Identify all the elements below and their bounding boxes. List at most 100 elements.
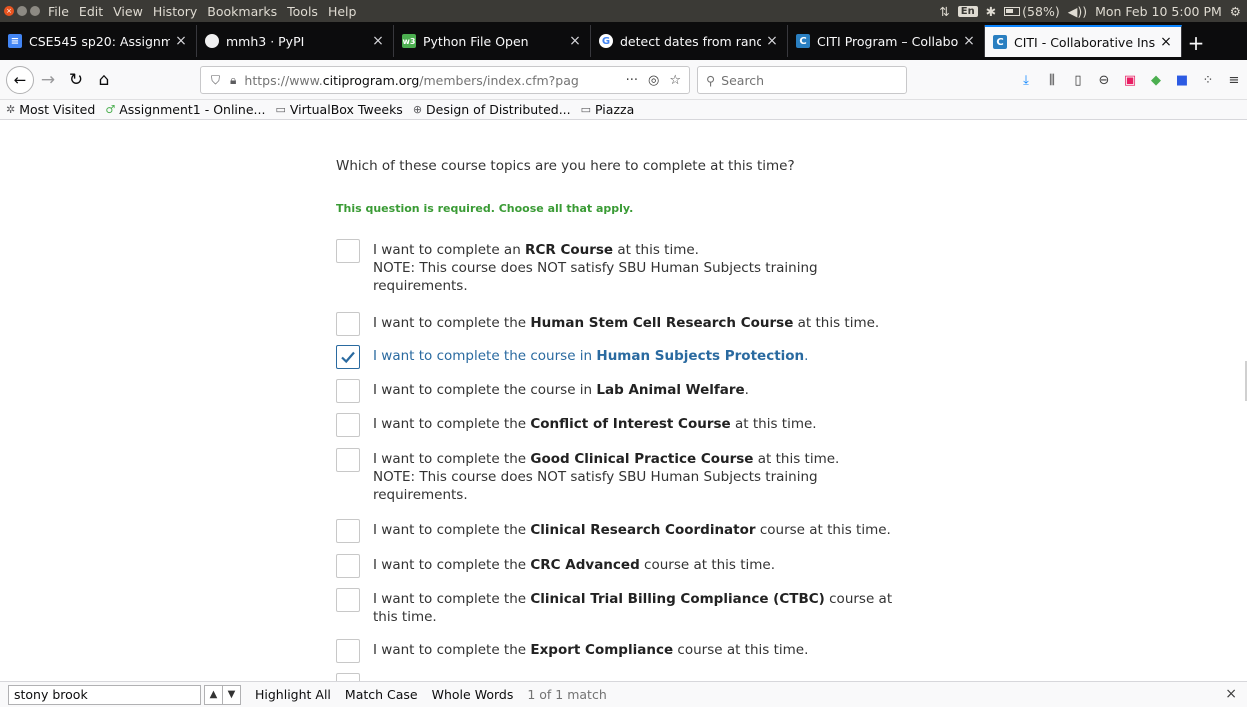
volume-icon[interactable]: ◀)) bbox=[1068, 4, 1087, 19]
checkbox[interactable] bbox=[336, 312, 360, 336]
option-rcr-course[interactable]: I want to complete an RCR Course at this… bbox=[336, 239, 913, 295]
option-clinical-research-coordinator[interactable]: I want to complete the Clinical Research… bbox=[336, 519, 913, 543]
option-text-pre: I want to complete the course in bbox=[373, 348, 597, 364]
bookmark-assignment1[interactable]: ♂ Assignment1 - Online... bbox=[105, 102, 265, 117]
tab-citi-collaborative[interactable]: C CITI - Collaborative Insti × bbox=[985, 25, 1182, 57]
option-conflict-of-interest[interactable]: I want to complete the Conflict of Inter… bbox=[336, 413, 913, 437]
new-tab-plus-icon[interactable]: + bbox=[1186, 25, 1206, 60]
bookmark-design-distributed[interactable]: ⊕ Design of Distributed... bbox=[413, 102, 571, 117]
globe-icon: ⊕ bbox=[412, 103, 423, 116]
clock[interactable]: Mon Feb 10 5:00 PM bbox=[1095, 4, 1222, 19]
option-partial-next[interactable] bbox=[336, 673, 360, 681]
bluetooth-icon[interactable]: ✱ bbox=[986, 4, 996, 19]
checkbox-checked[interactable] bbox=[336, 345, 360, 369]
tab-close-icon[interactable]: × bbox=[1159, 34, 1173, 50]
menu-history[interactable]: History bbox=[153, 4, 197, 19]
option-human-stem-cell[interactable]: I want to complete the Human Stem Cell R… bbox=[336, 312, 913, 336]
reload-icon[interactable]: ↻ bbox=[62, 66, 90, 94]
option-good-clinical-practice[interactable]: I want to complete the Good Clinical Pra… bbox=[336, 448, 913, 504]
zoom-extension-icon[interactable]: ■ bbox=[1173, 71, 1191, 89]
checkbox[interactable] bbox=[336, 519, 360, 543]
checkbox[interactable] bbox=[336, 639, 360, 663]
checkbox[interactable] bbox=[336, 673, 360, 681]
download-icon[interactable]: ⤓ bbox=[1017, 71, 1035, 89]
option-text-bold: Good Clinical Practice Course bbox=[530, 451, 754, 467]
find-close-icon[interactable]: × bbox=[1225, 686, 1237, 702]
tab-cse545[interactable]: ≡ CSE545 sp20: Assignme × bbox=[0, 25, 197, 57]
option-note: NOTE: This course does NOT satisfy SBU H… bbox=[373, 260, 818, 294]
tab-citi-program[interactable]: C CITI Program – Collabor × bbox=[788, 25, 985, 57]
bookmark-piazza[interactable]: ▭ Piazza bbox=[581, 102, 635, 117]
bookmark-virtualbox-tweeks[interactable]: ▭ VirtualBox Tweeks bbox=[275, 102, 402, 117]
window-close-button[interactable]: × bbox=[4, 6, 14, 16]
tab-mmh3-pypi[interactable]: mmh3 · PyPI × bbox=[197, 25, 394, 57]
menu-edit[interactable]: Edit bbox=[79, 4, 103, 19]
menu-file[interactable]: File bbox=[48, 4, 69, 19]
window-maximize-button[interactable] bbox=[30, 6, 40, 16]
option-text-bold: Conflict of Interest Course bbox=[530, 416, 731, 432]
url-bar[interactable]: ⛉ 🔒︎ https://www.citiprogram.org/members… bbox=[200, 66, 690, 94]
menu-help[interactable]: Help bbox=[328, 4, 357, 19]
pocket-icon[interactable]: ◎ bbox=[648, 73, 659, 88]
option-human-subjects-protection[interactable]: I want to complete the course in Human S… bbox=[336, 345, 913, 369]
match-case-toggle[interactable]: Match Case bbox=[345, 687, 418, 702]
checkbox[interactable] bbox=[336, 379, 360, 403]
account-icon[interactable]: ⊖ bbox=[1095, 71, 1113, 89]
tab-close-icon[interactable]: × bbox=[962, 33, 976, 49]
save-extension-icon[interactable]: ▣ bbox=[1121, 71, 1139, 89]
tab-title: CSE545 sp20: Assignme bbox=[29, 33, 170, 49]
tab-close-icon[interactable]: × bbox=[765, 33, 779, 49]
settings-gear-icon[interactable]: ⚙ bbox=[1230, 4, 1241, 19]
option-crc-advanced[interactable]: I want to complete the CRC Advanced cour… bbox=[336, 554, 913, 578]
folder-icon: ▭ bbox=[275, 103, 286, 116]
checkbox[interactable] bbox=[336, 588, 360, 612]
window-minimize-button[interactable] bbox=[17, 6, 27, 16]
url-actions: ··· ◎ ☆ bbox=[626, 73, 681, 88]
library-icon[interactable]: ⫼ bbox=[1043, 71, 1061, 89]
checkbox[interactable] bbox=[336, 554, 360, 578]
menu-view[interactable]: View bbox=[113, 4, 143, 19]
extension-shapes-icon[interactable]: ◆ bbox=[1147, 71, 1165, 89]
extensions-grid-icon[interactable]: ⁘ bbox=[1199, 71, 1217, 89]
whole-words-toggle[interactable]: Whole Words bbox=[432, 687, 514, 702]
hamburger-menu-icon[interactable]: ≡ bbox=[1225, 71, 1243, 89]
tab-close-icon[interactable]: × bbox=[568, 33, 582, 49]
option-text-bold: Human Stem Cell Research Course bbox=[530, 315, 794, 331]
home-icon[interactable]: ⌂ bbox=[90, 66, 118, 94]
bookmark-most-visited[interactable]: ✲ Most Visited bbox=[6, 102, 95, 117]
tab-python-file-open[interactable]: w3 Python File Open × bbox=[394, 25, 591, 57]
network-icon[interactable]: ⇅ bbox=[939, 4, 949, 19]
option-lab-animal-welfare[interactable]: I want to complete the course in Lab Ani… bbox=[336, 379, 913, 403]
highlight-all-toggle[interactable]: Highlight All bbox=[255, 687, 331, 702]
sidebar-icon[interactable]: ▯ bbox=[1069, 71, 1087, 89]
tracking-protection-shield-icon[interactable]: ⛉ bbox=[211, 73, 220, 88]
option-text-post: at this time. bbox=[753, 451, 840, 467]
tab-strip: ≡ CSE545 sp20: Assignme × mmh3 · PyPI × … bbox=[0, 22, 1247, 60]
checkbox[interactable] bbox=[336, 239, 360, 263]
url-text[interactable]: https://www.citiprogram.org/members/inde… bbox=[244, 73, 614, 88]
menu-tools[interactable]: Tools bbox=[287, 4, 318, 19]
option-ctbc[interactable]: I want to complete the Clinical Trial Bi… bbox=[336, 588, 913, 626]
os-top-bar: × File Edit View History Bookmarks Tools… bbox=[0, 0, 1247, 22]
checkbox[interactable] bbox=[336, 448, 360, 472]
option-text-bold: Clinical Trial Billing Compliance (CTBC) bbox=[530, 591, 825, 607]
page-actions-more-icon[interactable]: ··· bbox=[626, 73, 638, 88]
tab-close-icon[interactable]: × bbox=[174, 33, 188, 49]
checkbox[interactable] bbox=[336, 413, 360, 437]
find-input[interactable] bbox=[8, 684, 201, 705]
tab-close-icon[interactable]: × bbox=[371, 33, 385, 49]
search-bar[interactable]: ⚲ Search bbox=[697, 66, 907, 94]
find-next-chevron-down-icon[interactable]: ▼ bbox=[222, 684, 241, 705]
bookmark-star-icon[interactable]: ☆ bbox=[669, 73, 681, 88]
tab-detect-dates[interactable]: G detect dates from rand × bbox=[591, 25, 788, 57]
option-label: I want to complete the Export Compliance… bbox=[373, 639, 913, 659]
option-text-post: course at this time. bbox=[755, 522, 891, 538]
battery-indicator[interactable]: (58%) bbox=[1004, 4, 1060, 19]
option-export-compliance[interactable]: I want to complete the Export Compliance… bbox=[336, 639, 913, 663]
lock-icon[interactable]: 🔒︎ bbox=[230, 73, 236, 88]
keyboard-layout-indicator[interactable]: En bbox=[957, 5, 978, 17]
menu-bookmarks[interactable]: Bookmarks bbox=[207, 4, 277, 19]
forward-arrow-icon[interactable]: → bbox=[34, 66, 62, 94]
back-arrow-icon[interactable]: ← bbox=[6, 65, 34, 94]
find-previous-chevron-up-icon[interactable]: ▲ bbox=[204, 684, 223, 705]
